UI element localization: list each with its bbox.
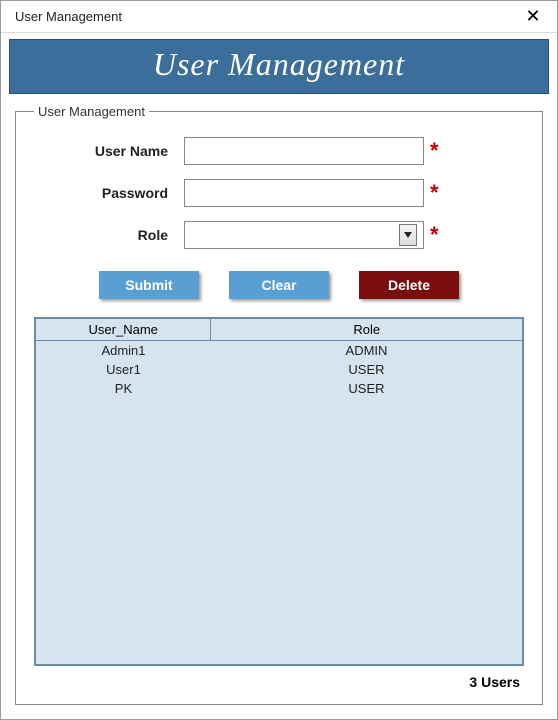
- window-title: User Management: [15, 9, 122, 24]
- cell-username: PK: [36, 379, 211, 398]
- titlebar: User Management ✕: [1, 1, 557, 33]
- password-row: Password *: [34, 179, 524, 207]
- role-label: Role: [34, 227, 184, 243]
- username-label: User Name: [34, 143, 184, 159]
- delete-button[interactable]: Delete: [359, 271, 459, 299]
- banner: User Management: [9, 39, 549, 94]
- table-row[interactable]: User1 USER: [36, 360, 522, 379]
- required-icon: *: [424, 224, 439, 246]
- username-input[interactable]: [184, 137, 424, 165]
- required-icon: *: [424, 140, 439, 162]
- chevron-down-icon: [399, 224, 417, 246]
- cell-username: User1: [36, 360, 211, 379]
- table-row[interactable]: PK USER: [36, 379, 522, 398]
- user-table-container: User_Name Role Admin1 ADMIN User1 USER: [34, 317, 524, 666]
- content-area: User Management User Name * Password * R…: [1, 94, 557, 719]
- user-count: 3 Users: [34, 666, 524, 690]
- banner-title: User Management: [10, 46, 548, 83]
- required-icon: *: [424, 182, 439, 204]
- submit-button[interactable]: Submit: [99, 271, 199, 299]
- cell-role: ADMIN: [211, 341, 522, 361]
- column-header-role[interactable]: Role: [211, 319, 522, 341]
- password-input[interactable]: [184, 179, 424, 207]
- cell-username: Admin1: [36, 341, 211, 361]
- close-icon[interactable]: ✕: [519, 3, 547, 31]
- username-row: User Name *: [34, 137, 524, 165]
- role-row: Role *: [34, 221, 524, 249]
- clear-button[interactable]: Clear: [229, 271, 329, 299]
- table-row[interactable]: Admin1 ADMIN: [36, 341, 522, 361]
- group-legend: User Management: [34, 104, 149, 119]
- cell-role: USER: [211, 360, 522, 379]
- button-row: Submit Clear Delete: [34, 271, 524, 299]
- cell-role: USER: [211, 379, 522, 398]
- column-header-username[interactable]: User_Name: [36, 319, 211, 341]
- user-management-group: User Management User Name * Password * R…: [15, 104, 543, 705]
- user-management-window: User Management ✕ User Management User M…: [0, 0, 558, 720]
- password-label: Password: [34, 185, 184, 201]
- role-select[interactable]: [184, 221, 424, 249]
- user-table: User_Name Role Admin1 ADMIN User1 USER: [36, 319, 522, 398]
